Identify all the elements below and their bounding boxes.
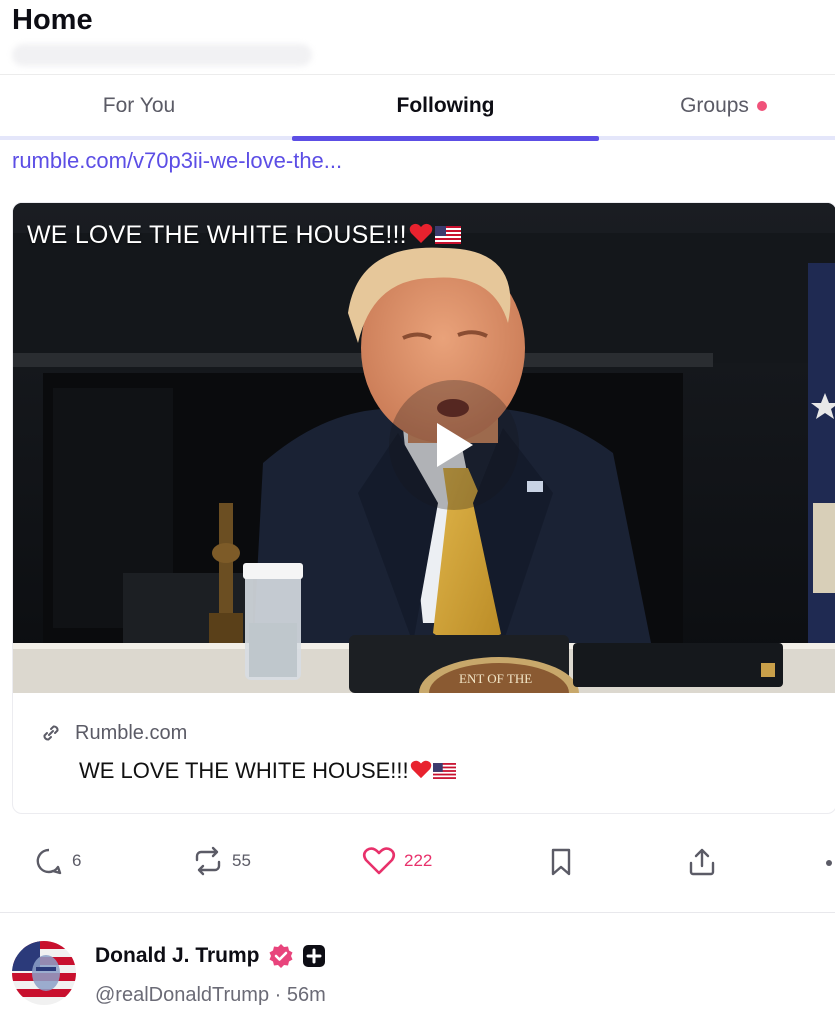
avatar-image: [12, 941, 76, 1005]
tab-for-you[interactable]: For You: [0, 75, 278, 137]
share-icon: [689, 848, 715, 876]
reply-button[interactable]: 6: [34, 846, 81, 876]
post-action-bar: 6 55 222: [0, 836, 835, 892]
feed-tabs: For You Following Groups: [0, 75, 835, 141]
tab-groups[interactable]: Groups: [612, 75, 835, 137]
like-button[interactable]: 222: [362, 846, 432, 876]
video-caption-text: WE LOVE THE WHITE HOUSE!!!: [27, 221, 407, 249]
link-preview-title: WE LOVE THE WHITE HOUSE!!!: [79, 758, 409, 783]
heart-icon: [362, 847, 396, 875]
link-preview-domain-row: Rumble.com: [39, 721, 187, 745]
page-title: Home: [12, 4, 93, 36]
red-heart-emoji-icon: [410, 759, 432, 785]
play-icon: [437, 423, 473, 467]
author-name: Donald J. Trump: [95, 944, 260, 967]
tab-label: Groups: [680, 94, 749, 117]
seal-text: ENT OF THE: [459, 671, 532, 686]
next-post-header: Donald J. Trump @realDonaldTrump · 56m: [0, 913, 835, 1024]
repost-count: 55: [232, 851, 251, 870]
bookmark-button[interactable]: [548, 846, 574, 878]
comment-icon: [36, 848, 62, 875]
us-flag-emoji-icon: [434, 222, 461, 251]
header-blurred-area: [12, 44, 312, 66]
tab-label: Following: [396, 94, 495, 117]
link-preview-card[interactable]: ENT OF THE WE LOVE THE WHITE HOUSE!!! Ru…: [12, 202, 835, 814]
reply-count: 6: [72, 851, 82, 870]
active-tab-indicator: [292, 136, 599, 141]
link-preview-title-row: WE LOVE THE WHITE HOUSE!!!: [79, 758, 456, 785]
tab-label: For You: [102, 94, 176, 117]
like-count: 222: [404, 851, 433, 870]
repost-button[interactable]: 55: [192, 846, 251, 876]
tab-following[interactable]: Following: [292, 75, 599, 137]
verified-badge-icon: [269, 944, 293, 968]
header: Home: [0, 0, 835, 75]
notification-dot: [756, 101, 767, 111]
repost-icon: [195, 846, 221, 876]
share-button[interactable]: [686, 846, 718, 878]
link-icon: [43, 725, 59, 741]
author-handle-timestamp[interactable]: @realDonaldTrump · 56m: [95, 984, 326, 1007]
more-options-button[interactable]: [826, 860, 832, 866]
video-player[interactable]: ENT OF THE WE LOVE THE WHITE HOUSE!!!: [13, 203, 835, 693]
bookmark-icon: [551, 848, 571, 876]
red-heart-emoji-icon: [409, 222, 433, 251]
video-caption: WE LOVE THE WHITE HOUSE!!!: [27, 221, 461, 251]
avatar[interactable]: [12, 941, 76, 1005]
us-flag-emoji-icon: [432, 759, 456, 785]
post-link[interactable]: rumble.com/v70p3ii-we-love-the...: [12, 148, 342, 174]
more-dots-icon: [826, 860, 832, 866]
author-name-row[interactable]: Donald J. Trump: [95, 943, 326, 969]
play-button[interactable]: [389, 380, 519, 510]
plus-badge-icon: [302, 945, 325, 967]
link-preview-domain: Rumble.com: [75, 721, 188, 744]
